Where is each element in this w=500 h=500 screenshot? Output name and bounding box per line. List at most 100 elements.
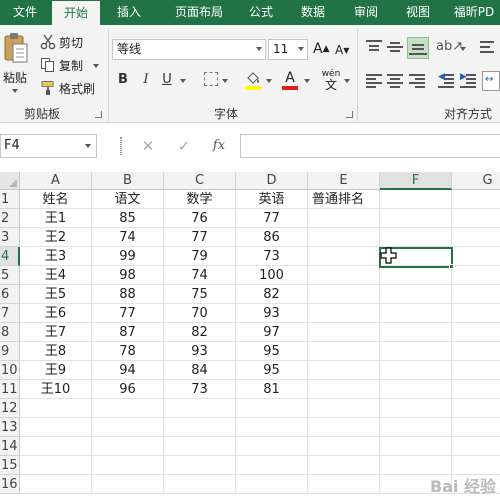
cell-b8[interactable]: 87: [92, 323, 164, 342]
column-header-a[interactable]: A: [20, 172, 92, 190]
cell-c12[interactable]: [164, 399, 236, 418]
cell-f14[interactable]: [380, 437, 452, 456]
cell-b7[interactable]: 77: [92, 304, 164, 323]
cell-a9[interactable]: 王8: [20, 342, 92, 361]
underline-dropdown-icon[interactable]: [180, 79, 186, 83]
cell-c9[interactable]: 93: [164, 342, 236, 361]
cell-d8[interactable]: 97: [236, 323, 308, 342]
row-header-10[interactable]: 10: [0, 361, 20, 380]
chevron-down-icon[interactable]: [298, 47, 304, 51]
cell-a2[interactable]: 王1: [20, 209, 92, 228]
cell-e4[interactable]: [308, 247, 380, 266]
cell-e7[interactable]: [308, 304, 380, 323]
cell-d15[interactable]: [236, 456, 308, 475]
borders-dropdown-icon[interactable]: [222, 79, 228, 83]
cell-g2[interactable]: [452, 209, 500, 228]
cell-d2[interactable]: 77: [236, 209, 308, 228]
cell-d12[interactable]: [236, 399, 308, 418]
cell-f8[interactable]: [380, 323, 452, 342]
cell-b1[interactable]: 语文: [92, 190, 164, 209]
cell-g3[interactable]: [452, 228, 500, 247]
tab-foxit-pdf[interactable]: 福昕PD: [448, 0, 500, 25]
cell-a12[interactable]: [20, 399, 92, 418]
cell-c16[interactable]: [164, 475, 236, 494]
fill-handle[interactable]: [449, 264, 454, 269]
cell-c13[interactable]: [164, 418, 236, 437]
cell-b6[interactable]: 88: [92, 285, 164, 304]
insert-function-icon[interactable]: fx: [209, 136, 229, 156]
text-orientation-icon[interactable]: ab↗: [436, 39, 463, 57]
fill-color-dropdown-icon[interactable]: [266, 79, 272, 83]
cut-button[interactable]: 剪切: [40, 33, 102, 51]
row-header-11[interactable]: 11: [0, 380, 20, 399]
copy-dropdown-icon[interactable]: [93, 64, 99, 68]
increase-indent-icon[interactable]: ▶: [460, 72, 478, 89]
align-left-icon[interactable]: [366, 73, 384, 89]
row-header-12[interactable]: 12: [0, 399, 20, 418]
row-header-7[interactable]: 7: [0, 304, 20, 323]
font-name-combobox[interactable]: 等线: [112, 39, 266, 60]
row-header-2[interactable]: 2: [0, 209, 20, 228]
cell-g7[interactable]: [452, 304, 500, 323]
cell-a5[interactable]: 王4: [20, 266, 92, 285]
tab-formulas[interactable]: 公式: [238, 0, 284, 25]
cell-d6[interactable]: 82: [236, 285, 308, 304]
cell-b3[interactable]: 74: [92, 228, 164, 247]
column-header-g[interactable]: G: [452, 172, 500, 190]
orientation-dropdown-icon[interactable]: [460, 47, 466, 51]
cell-e2[interactable]: [308, 209, 380, 228]
merge-center-icon[interactable]: ↔: [482, 71, 500, 91]
cell-c10[interactable]: 84: [164, 361, 236, 380]
cell-c6[interactable]: 75: [164, 285, 236, 304]
cell-b10[interactable]: 94: [92, 361, 164, 380]
align-right-icon[interactable]: [409, 73, 427, 89]
cell-c1[interactable]: 数学: [164, 190, 236, 209]
cell-b5[interactable]: 98: [92, 266, 164, 285]
cell-e14[interactable]: [308, 437, 380, 456]
format-painter-button[interactable]: 格式刷: [40, 79, 102, 97]
copy-button[interactable]: 复制: [40, 56, 102, 74]
fill-color-button[interactable]: [244, 70, 262, 90]
cell-a8[interactable]: 王7: [20, 323, 92, 342]
confirm-icon[interactable]: ✓: [174, 136, 194, 156]
cell-c11[interactable]: 73: [164, 380, 236, 399]
cell-c3[interactable]: 77: [164, 228, 236, 247]
column-header-f[interactable]: F: [380, 172, 452, 190]
tab-home[interactable]: 开始: [52, 0, 100, 25]
row-header-16[interactable]: 16: [0, 475, 20, 494]
cell-f13[interactable]: [380, 418, 452, 437]
underline-button[interactable]: U: [158, 69, 176, 91]
cell-a13[interactable]: [20, 418, 92, 437]
cell-b11[interactable]: 96: [92, 380, 164, 399]
formula-input[interactable]: [240, 134, 500, 158]
cell-e10[interactable]: [308, 361, 380, 380]
row-header-5[interactable]: 5: [0, 266, 20, 285]
cell-a11[interactable]: 王10: [20, 380, 92, 399]
cell-g1[interactable]: [452, 190, 500, 209]
row-header-15[interactable]: 15: [0, 456, 20, 475]
grow-font-button[interactable]: A▲: [313, 39, 331, 60]
cell-e5[interactable]: [308, 266, 380, 285]
cell-f2[interactable]: [380, 209, 452, 228]
cell-c7[interactable]: 70: [164, 304, 236, 323]
cell-e12[interactable]: [308, 399, 380, 418]
chevron-down-icon[interactable]: [256, 47, 262, 51]
italic-button[interactable]: I: [137, 69, 155, 91]
cell-d9[interactable]: 95: [236, 342, 308, 361]
cell-a10[interactable]: 王9: [20, 361, 92, 380]
cell-g6[interactable]: [452, 285, 500, 304]
cell-f9[interactable]: [380, 342, 452, 361]
cell-b16[interactable]: [92, 475, 164, 494]
phonetic-dropdown-icon[interactable]: [344, 79, 350, 83]
chevron-down-icon[interactable]: [85, 144, 91, 148]
cell-g12[interactable]: [452, 399, 500, 418]
row-header-4[interactable]: 4: [0, 247, 20, 266]
cell-g5[interactable]: [452, 266, 500, 285]
align-bottom-icon[interactable]: [407, 37, 429, 59]
row-header-1[interactable]: 1: [0, 190, 20, 209]
cell-e1[interactable]: 普通排名: [308, 190, 380, 209]
cell-a16[interactable]: [20, 475, 92, 494]
cell-f1[interactable]: [380, 190, 452, 209]
cell-g8[interactable]: [452, 323, 500, 342]
cell-d13[interactable]: [236, 418, 308, 437]
